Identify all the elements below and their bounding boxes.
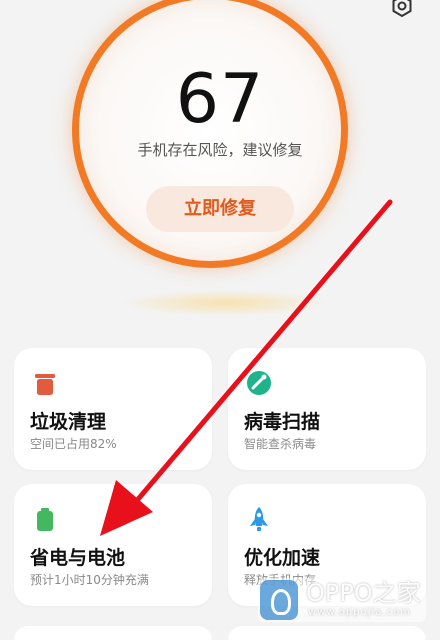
fix-now-button[interactable]: 立即修复 — [146, 186, 294, 232]
rocket-icon — [250, 507, 268, 531]
card-partial-right — [228, 626, 426, 640]
card-title: 病毒扫描 — [244, 411, 321, 433]
settings-gear-icon[interactable] — [390, 0, 414, 18]
card-subtitle: 智能查杀病毒 — [244, 437, 317, 451]
score-glow — [120, 290, 330, 316]
security-score-description: 手机存在风险，建议修复 — [137, 141, 303, 159]
card-partial-left — [14, 626, 212, 640]
card-virus-scan[interactable]: 病毒扫描 智能查杀病毒 — [228, 348, 426, 470]
card-junk-cleanup[interactable]: 垃圾清理 空间已占用82% — [14, 348, 212, 470]
watermark-text: OPPO之家 — [306, 579, 421, 607]
card-title: 优化加速 — [244, 547, 321, 569]
card-subtitle: 空间已占用82% — [30, 437, 117, 451]
trash-icon — [35, 374, 55, 395]
watermark-url: www.oppojia.com — [308, 607, 411, 618]
card-subtitle: 预计1小时10分钟充满 — [30, 573, 149, 587]
security-score-value: 67 — [175, 60, 265, 139]
battery-icon — [37, 508, 53, 531]
card-title: 省电与电池 — [30, 547, 126, 569]
watermark-logo-icon — [260, 580, 298, 620]
card-title: 垃圾清理 — [30, 411, 107, 433]
shield-scan-icon — [247, 371, 271, 395]
card-battery[interactable]: 省电与电池 预计1小时10分钟充满 — [14, 484, 212, 606]
watermark: OPPO之家 www.oppojia.com — [258, 578, 426, 622]
